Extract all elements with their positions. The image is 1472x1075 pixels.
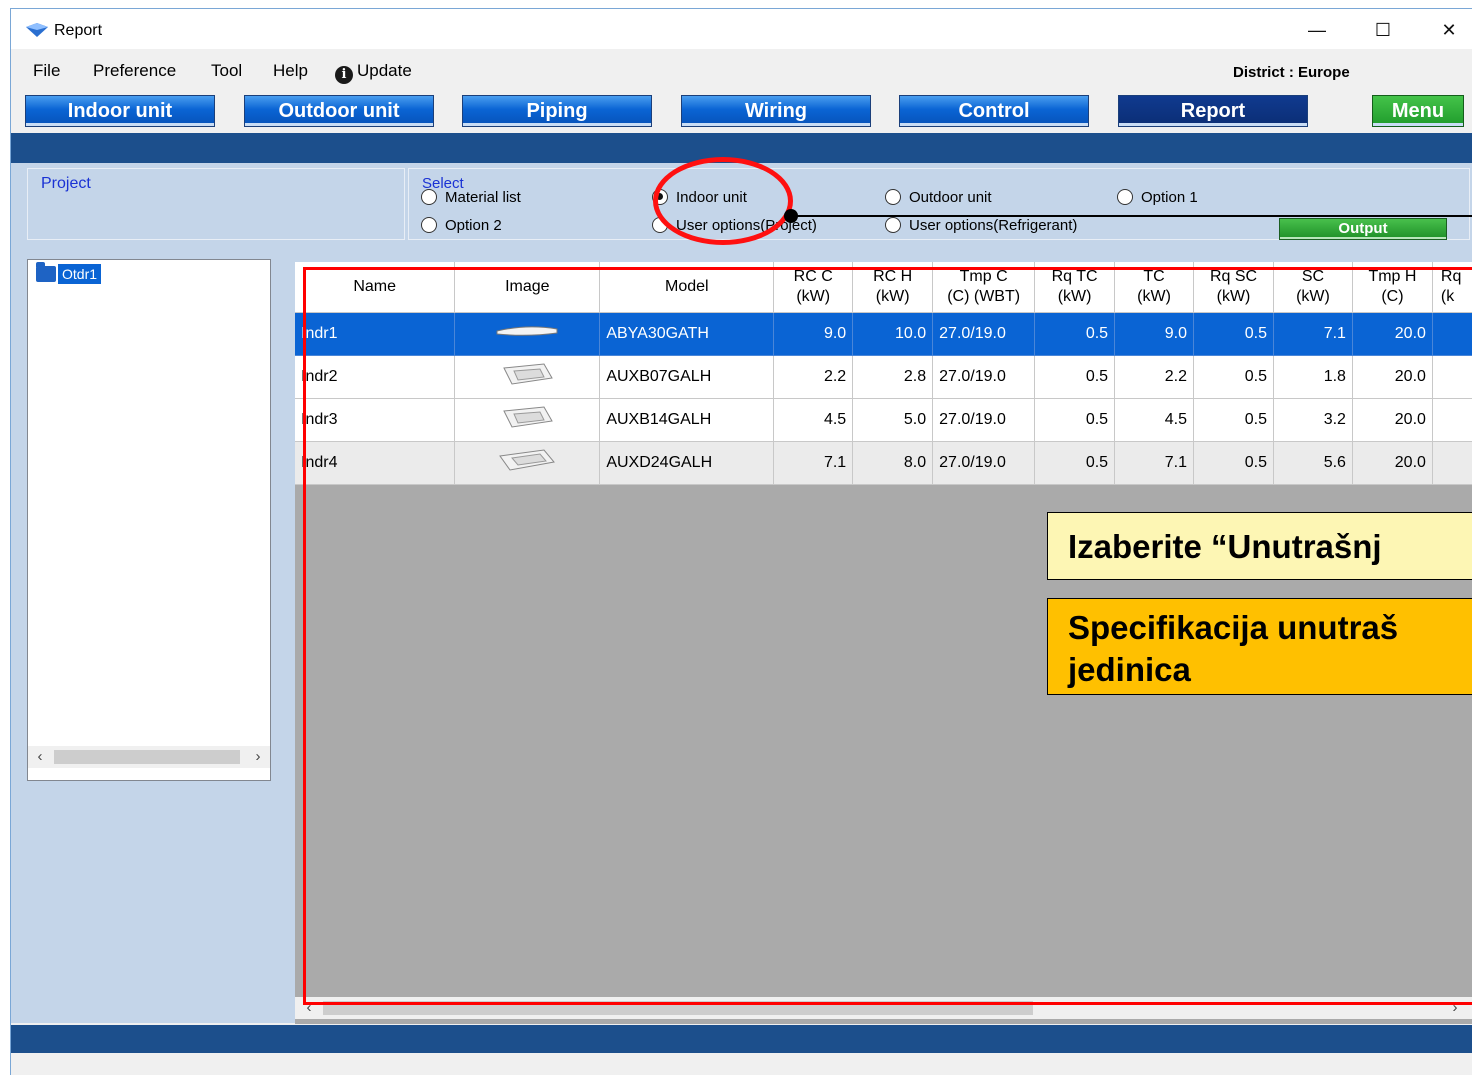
info-icon: i	[335, 66, 353, 84]
specification-note: Specifikacija unutraš jedinica	[1047, 598, 1472, 695]
highlight-ellipse	[653, 157, 793, 245]
project-label: Project	[41, 175, 91, 192]
radio-outdoor-unit[interactable]: Outdoor unit	[885, 189, 992, 206]
menu-tool[interactable]: Tool	[211, 61, 242, 81]
radio-user-options-refrigerant-label: User options(Refrigerant)	[909, 217, 1078, 234]
app-logo-icon	[26, 23, 48, 37]
status-bar	[11, 1053, 1472, 1075]
scroll-right-icon[interactable]: ›	[248, 746, 268, 768]
window-title: Report	[54, 22, 103, 39]
radio-circle	[421, 189, 437, 205]
close-button[interactable]: ✕	[1427, 17, 1471, 43]
specification-note-line1: Specifikacija unutraš	[1068, 609, 1399, 646]
menu-preference[interactable]: Preference	[93, 61, 176, 81]
radio-circle	[885, 217, 901, 233]
radio-circle	[885, 189, 901, 205]
menu-button[interactable]: Menu	[1372, 95, 1464, 127]
menu-file[interactable]: File	[33, 61, 60, 81]
wiring-button[interactable]: Wiring	[681, 95, 871, 127]
tree-node-otdr1[interactable]: Otdr1	[36, 262, 102, 286]
title-bar: Report — ☐ ✕	[11, 9, 1472, 49]
radio-material-list[interactable]: Material list	[421, 189, 521, 206]
callout-line	[791, 215, 1472, 217]
scroll-thumb[interactable]	[54, 750, 240, 764]
instruction-note: Izaberite “Unutrašnj	[1047, 512, 1472, 580]
minimize-button[interactable]: —	[1295, 17, 1339, 43]
menu-update-label: Update	[357, 61, 412, 80]
district-label: District : Europe	[1233, 64, 1350, 81]
main-toolbar: Indoor unit Outdoor unit Piping Wiring C…	[11, 95, 1472, 131]
radio-material-list-label: Material list	[445, 189, 521, 206]
radio-option2[interactable]: Option 2	[421, 217, 502, 234]
radio-option1[interactable]: Option 1	[1117, 189, 1198, 206]
footer-band	[11, 1025, 1472, 1053]
project-group: Project	[27, 168, 405, 240]
menu-update[interactable]: i Update	[335, 61, 412, 84]
outdoor-unit-button[interactable]: Outdoor unit	[244, 95, 434, 127]
tree-horizontal-scrollbar[interactable]: ‹ ›	[28, 746, 270, 768]
control-button[interactable]: Control	[899, 95, 1089, 127]
indoor-unit-button[interactable]: Indoor unit	[25, 95, 215, 127]
output-button[interactable]: Output	[1279, 218, 1447, 240]
radio-outdoor-unit-label: Outdoor unit	[909, 189, 992, 206]
report-window: Report — ☐ ✕ File Preference Tool Help i…	[10, 8, 1472, 1075]
folder-icon	[36, 262, 56, 282]
report-button[interactable]: Report	[1118, 95, 1308, 127]
radio-option2-label: Option 2	[445, 217, 502, 234]
radio-user-options-refrigerant[interactable]: User options(Refrigerant)	[885, 217, 1077, 234]
radio-option1-label: Option 1	[1141, 189, 1198, 206]
scroll-left-icon[interactable]: ‹	[30, 746, 50, 768]
project-tree[interactable]: Otdr1 ‹ ›	[27, 259, 271, 781]
specification-note-line2: jedinica	[1068, 651, 1191, 688]
radio-circle	[1117, 189, 1133, 205]
maximize-button[interactable]: ☐	[1361, 17, 1405, 43]
tree-node-label: Otdr1	[58, 264, 102, 284]
menu-help[interactable]: Help	[273, 61, 308, 81]
callout-dot	[784, 209, 798, 223]
radio-circle	[421, 217, 437, 233]
piping-button[interactable]: Piping	[462, 95, 652, 127]
